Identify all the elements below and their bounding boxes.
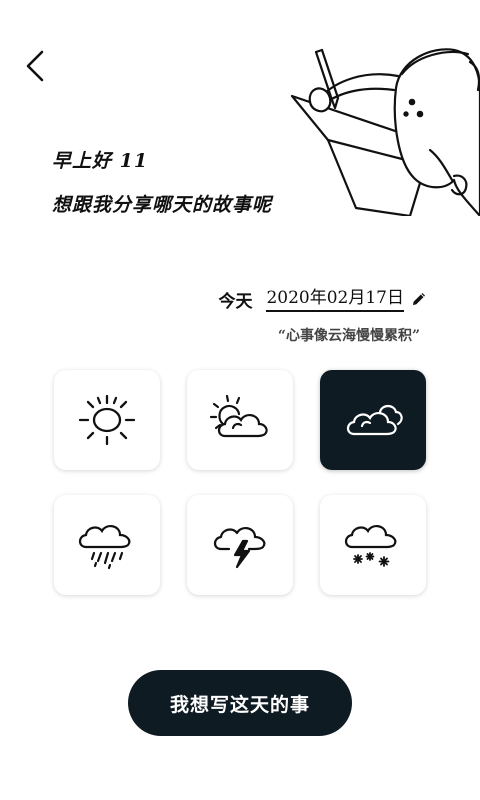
rain-icon — [78, 525, 131, 570]
cloudy-icon — [346, 404, 403, 436]
back-button[interactable] — [22, 48, 50, 84]
weather-option-snow[interactable] — [320, 495, 426, 595]
date-row: 今天 2020年02月17日 — [218, 283, 428, 312]
write-story-button[interactable]: 我想写这天的事 — [128, 670, 352, 736]
writing-character-illustration — [290, 48, 480, 216]
sun-icon — [78, 394, 136, 446]
weather-option-partly-cloudy[interactable] — [187, 370, 293, 470]
weather-grid — [54, 370, 427, 595]
today-label: 今天 — [218, 292, 253, 312]
pencil-icon[interactable] — [410, 290, 428, 308]
weather-option-thunderstorm[interactable] — [187, 495, 293, 595]
thunderstorm-icon — [213, 527, 266, 569]
snow-icon — [344, 525, 397, 567]
chevron-left-icon — [26, 50, 44, 82]
date-picker[interactable]: 2020年02月17日 — [266, 283, 404, 312]
weather-option-rain[interactable] — [54, 495, 160, 595]
weather-option-sunny[interactable] — [54, 370, 160, 470]
greeting-subtitle: 想跟我分享哪天的故事呢 — [52, 194, 273, 216]
quote-text: “心事像云海慢慢累积” — [277, 328, 420, 344]
greeting-title: 早上好 11 — [52, 150, 149, 172]
weather-option-cloudy[interactable] — [320, 370, 426, 470]
partly-cloudy-icon — [209, 394, 268, 438]
